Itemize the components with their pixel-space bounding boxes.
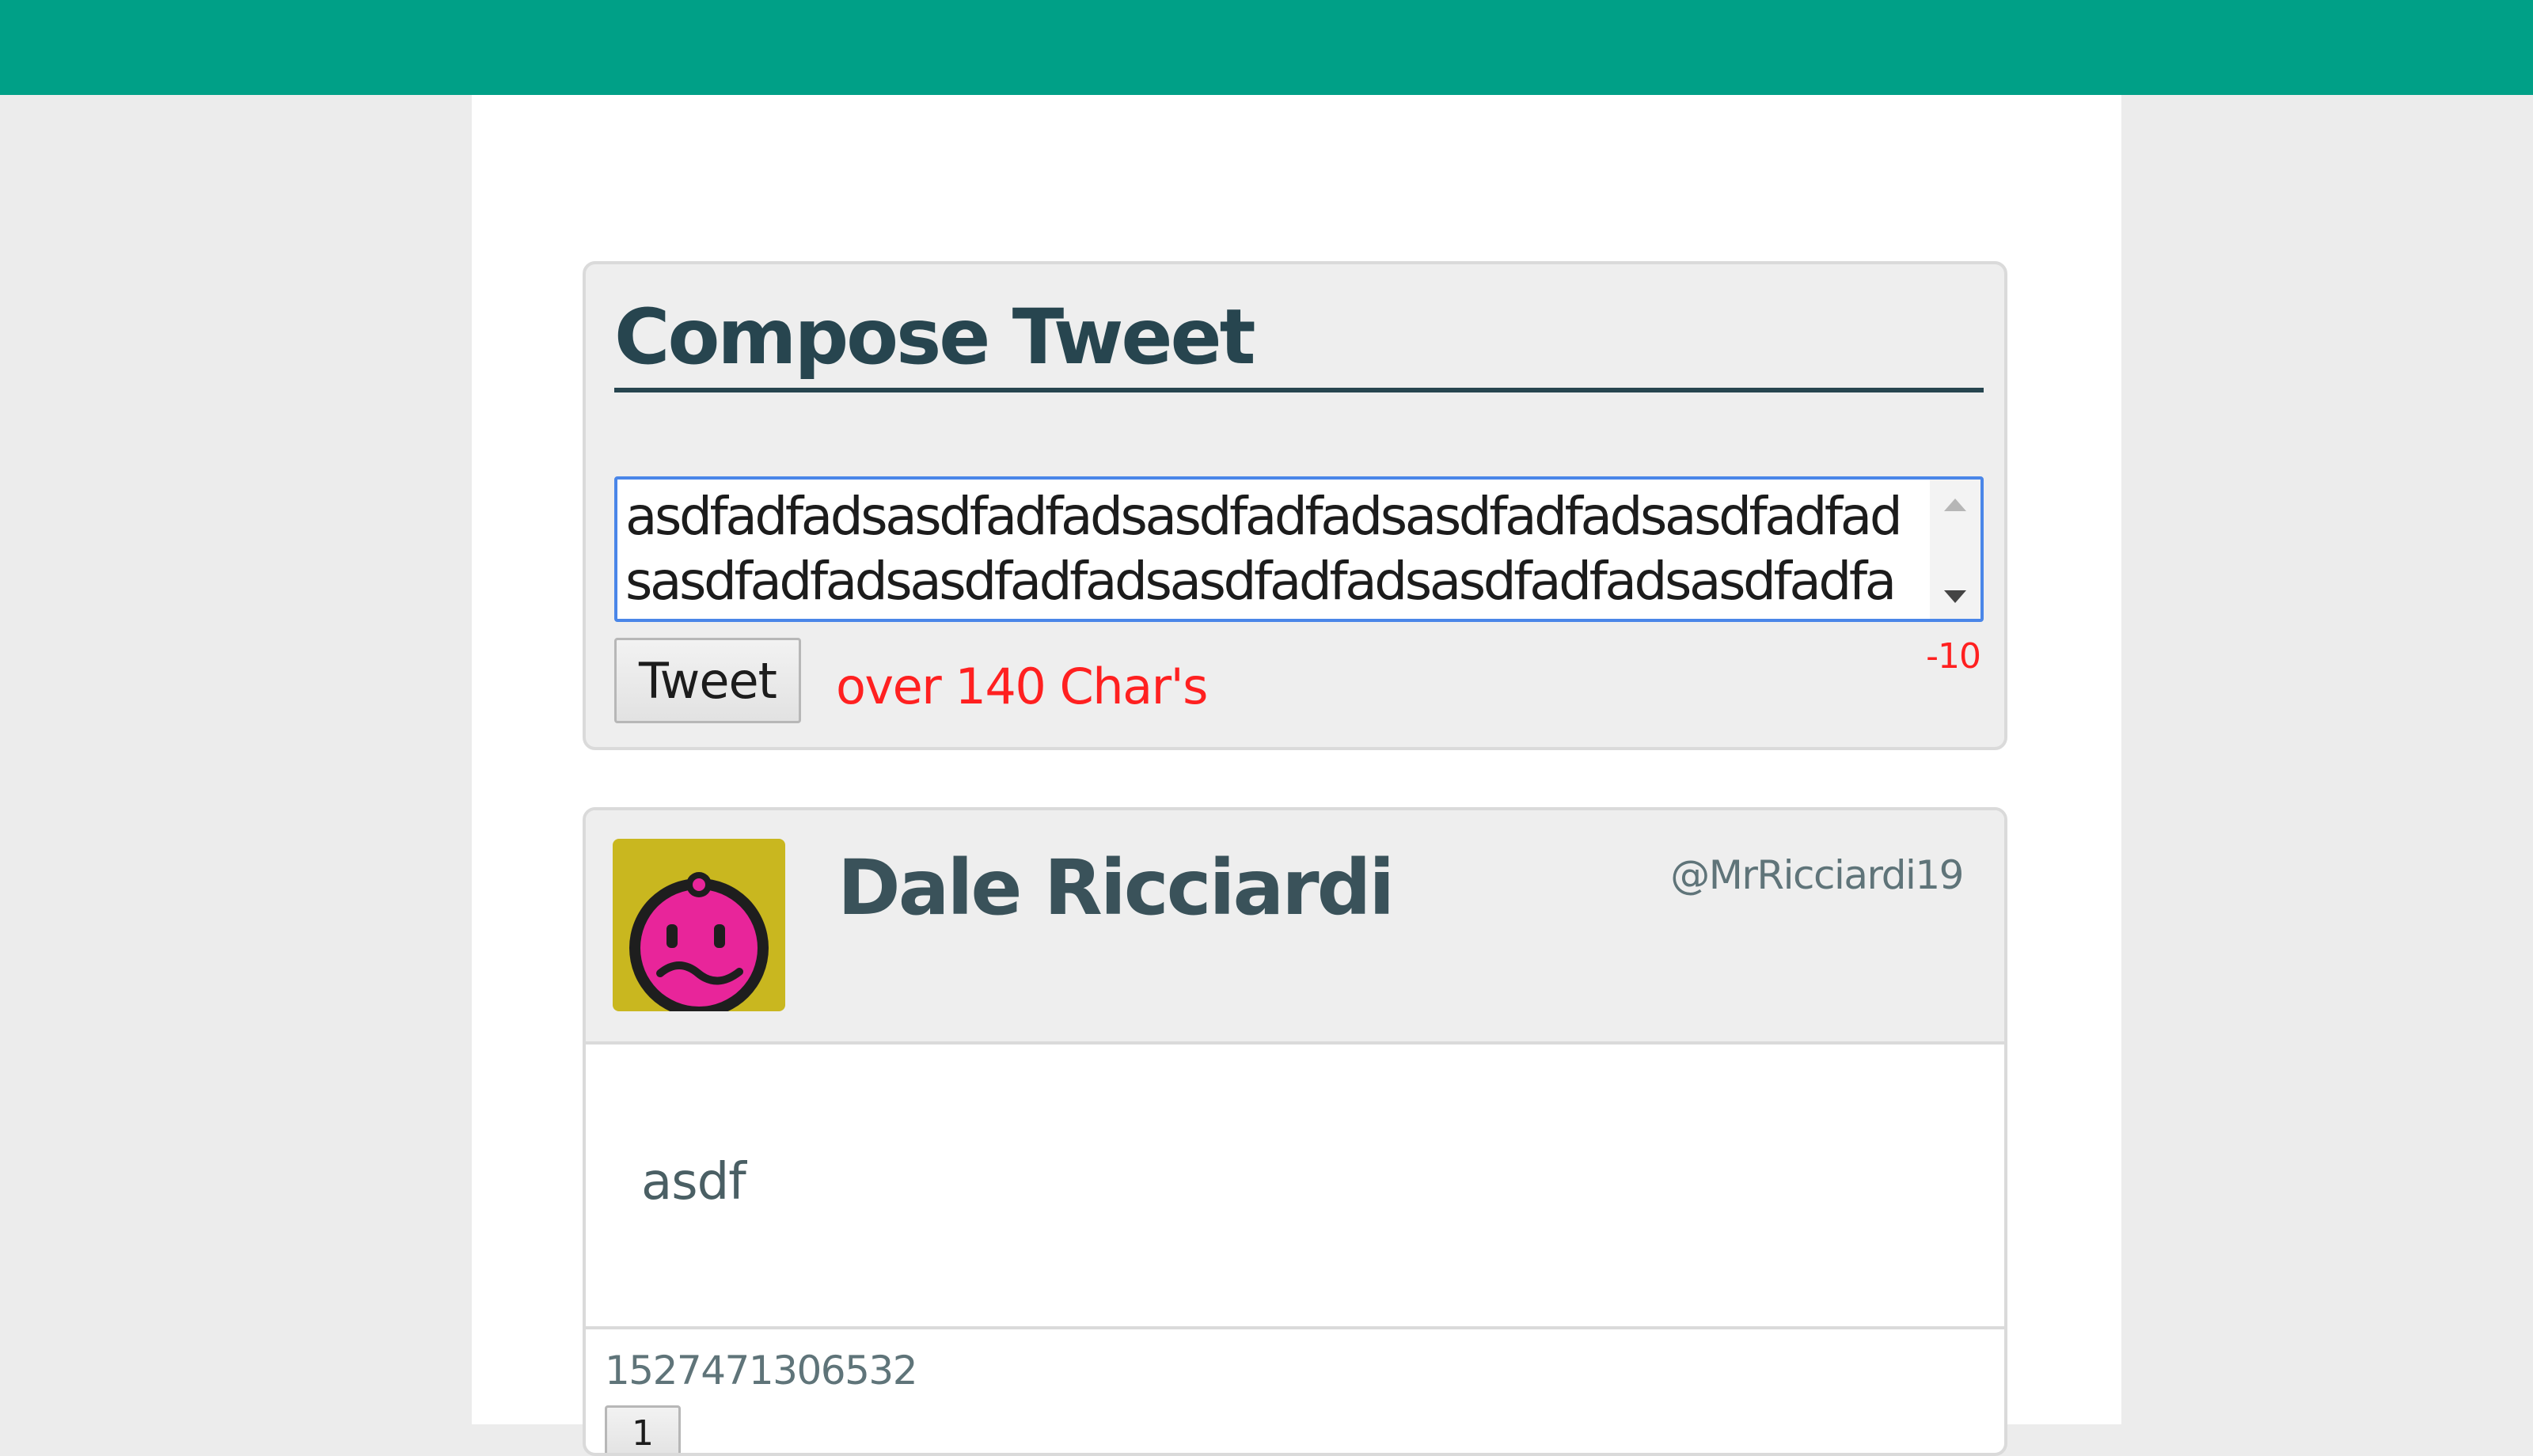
char-limit-error: over 140 Char's — [836, 658, 1208, 715]
user-handle[interactable]: @MrRicciardi19 — [1670, 850, 1964, 901]
scroll-down-icon[interactable] — [1944, 590, 1966, 603]
tweet-header: Dale Ricciardi @MrRicciardi19 — [586, 810, 2004, 1045]
tweet-input-container: asdfadfadsasdfadfadsasdfadfadsasdfadfads… — [614, 476, 1984, 622]
top-header-bar — [0, 0, 2533, 95]
title-divider — [614, 388, 1984, 392]
tweet-card: Dale Ricciardi @MrRicciardi19 asdf 15274… — [583, 807, 2007, 1456]
tweet-button[interactable]: Tweet — [614, 638, 801, 723]
user-name: Dale Ricciardi — [837, 844, 1395, 932]
compose-tweet-card: Compose Tweet asdfadfadsasdfadfadsasdfad… — [583, 261, 2007, 750]
remaining-char-count: -10 — [1926, 636, 1981, 677]
sad-face-icon — [629, 872, 769, 1018]
avatar — [613, 839, 785, 1018]
tweet-timestamp: 1527471306532 — [605, 1348, 918, 1393]
textarea-scrollbar[interactable] — [1930, 480, 1980, 619]
scroll-up-icon[interactable] — [1944, 499, 1966, 511]
tweet-textarea[interactable]: asdfadfadsasdfadfadsasdfadfadsasdfadfads… — [625, 484, 1908, 617]
like-count-button[interactable]: 1 — [605, 1405, 681, 1453]
tweet-footer-divider — [586, 1326, 2004, 1329]
tweet-body: asdf — [641, 1153, 746, 1211]
compose-title: Compose Tweet — [614, 293, 1256, 381]
